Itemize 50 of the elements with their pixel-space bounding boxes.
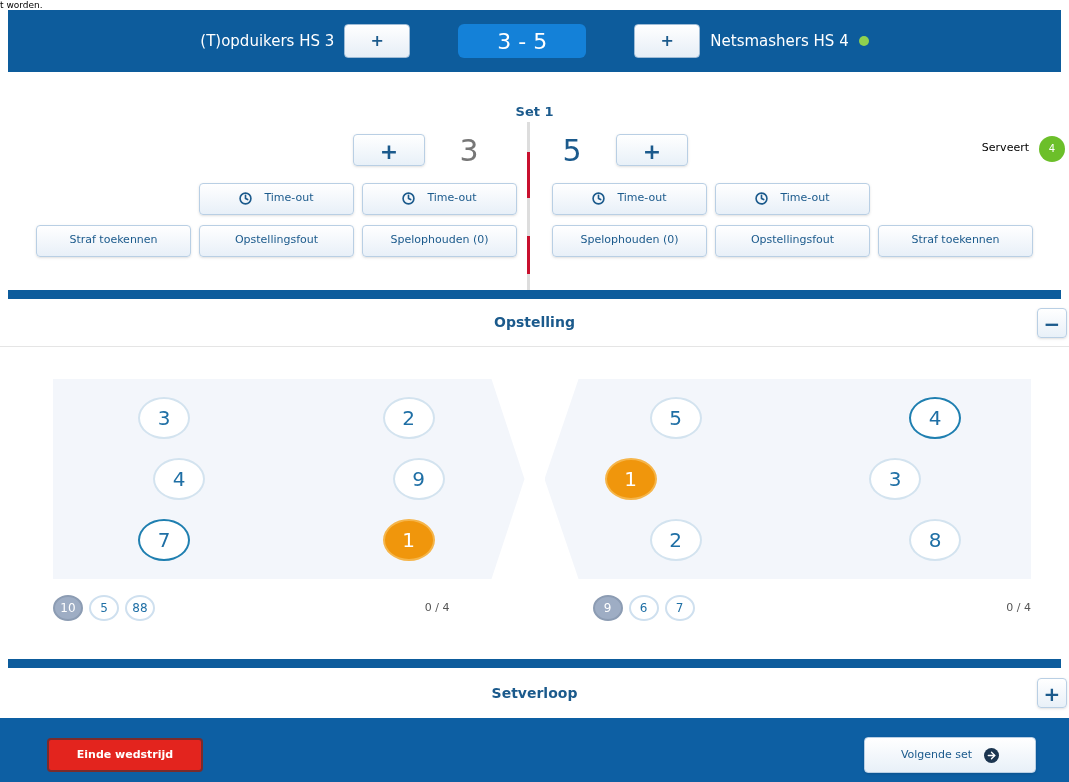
clock-icon xyxy=(239,192,253,205)
timeout-button[interactable]: Time-out xyxy=(715,182,870,215)
clock-icon xyxy=(592,192,606,205)
substitution-count: 0 / 4 xyxy=(1006,599,1031,616)
serving-badge: 4 xyxy=(1039,135,1065,162)
player-marker[interactable]: 9 xyxy=(392,458,445,500)
away-team-name: Netsmashers HS 4 xyxy=(710,30,849,52)
substitution-count: 0 / 4 xyxy=(424,599,450,616)
section-title: Setverloop xyxy=(491,683,578,703)
substitute-marker[interactable]: 6 xyxy=(628,595,659,621)
player-marker[interactable]: 5 xyxy=(649,396,702,439)
set-points: 5 xyxy=(561,131,583,170)
next-set-button[interactable]: Volgende set xyxy=(864,737,1036,773)
end-match-button[interactable]: Einde wedstrijd xyxy=(47,738,203,772)
action-button[interactable]: Opstellingsfout xyxy=(199,224,354,257)
add-point-button[interactable]: + xyxy=(634,24,701,58)
player-marker[interactable]: 2 xyxy=(382,396,435,439)
match-score: 3 - 5 xyxy=(458,24,587,58)
substitute-marker[interactable]: 5 xyxy=(89,595,119,621)
player-marker[interactable]: 8 xyxy=(909,519,961,562)
page-text: t worden. xyxy=(0,0,43,10)
clock-icon xyxy=(402,192,416,205)
add-point-button[interactable]: + xyxy=(353,134,425,166)
player-marker[interactable]: 4 xyxy=(153,458,205,500)
substitute-marker[interactable]: 7 xyxy=(664,595,695,621)
clock-icon xyxy=(755,192,769,205)
timeout-button[interactable]: Time-out xyxy=(362,182,517,215)
section-title: Opstelling xyxy=(494,313,575,332)
player-marker[interactable]: 2 xyxy=(649,519,702,562)
add-point-button[interactable]: + xyxy=(344,24,411,58)
expand-button[interactable]: + xyxy=(1037,678,1067,708)
action-button[interactable]: Opstellingsfout xyxy=(715,224,870,257)
action-button[interactable]: Straf toekennen xyxy=(878,224,1033,257)
set-title: Set 1 xyxy=(514,103,555,121)
add-point-button[interactable]: + xyxy=(616,134,688,166)
set-points: 3 xyxy=(458,131,480,170)
player-marker[interactable]: 7 xyxy=(138,519,190,562)
action-button[interactable]: Straf toekennen xyxy=(36,224,191,257)
player-marker[interactable]: 3 xyxy=(138,396,190,439)
timeout-button[interactable]: Time-out xyxy=(552,182,707,215)
player-marker[interactable]: 4 xyxy=(909,396,961,439)
player-marker[interactable]: 3 xyxy=(869,458,921,500)
action-button[interactable]: Spelophouden (0) xyxy=(362,224,517,257)
substitute-marker[interactable]: 88 xyxy=(125,595,155,621)
timeout-button[interactable]: Time-out xyxy=(199,182,354,215)
serving-label: Serveert xyxy=(981,140,1029,157)
action-button[interactable]: Spelophouden (0) xyxy=(552,224,707,257)
arrow-right-icon xyxy=(984,747,1000,763)
home-team-name: (T)opduikers HS 3 xyxy=(200,30,335,52)
collapse-button[interactable]: − xyxy=(1037,307,1067,338)
